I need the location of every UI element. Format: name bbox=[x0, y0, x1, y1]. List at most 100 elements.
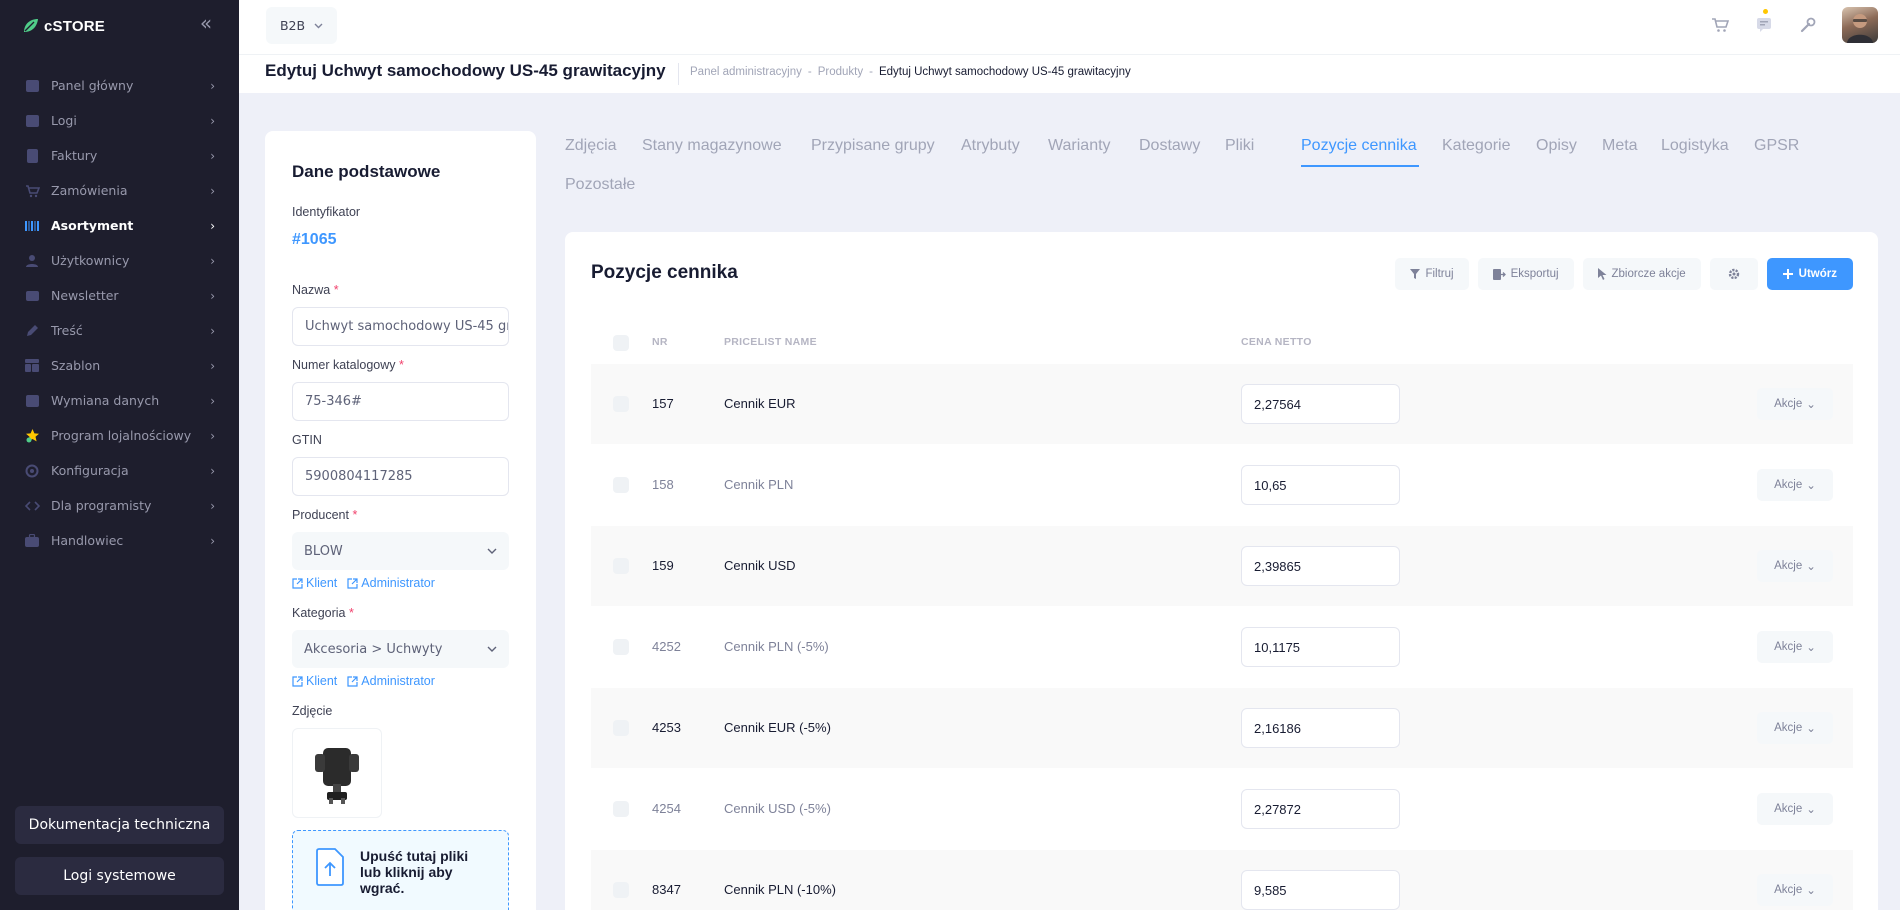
row-checkbox[interactable] bbox=[613, 396, 629, 412]
upload-file-icon bbox=[316, 848, 344, 886]
sidebar-item-program-lojalnosciowy[interactable]: Program lojalnościowy › bbox=[0, 418, 239, 453]
cart-icon bbox=[24, 183, 40, 199]
settings-button[interactable] bbox=[1709, 258, 1758, 290]
row-actions-button[interactable]: Akcje ⌄ bbox=[1757, 631, 1833, 663]
app-logo[interactable]: cSTORE bbox=[22, 12, 105, 40]
basic-data-card: Dane podstawowe Identyfikator #1065 Nazw… bbox=[265, 131, 536, 910]
tab-meta[interactable]: Meta bbox=[1602, 137, 1638, 155]
producer-client-link[interactable]: Klient bbox=[292, 576, 337, 590]
sidebar-item-uzytkownicy[interactable]: Użytkownicy › bbox=[0, 243, 239, 278]
sidebar-item-faktury[interactable]: Faktury › bbox=[0, 138, 239, 173]
tab-zdjecia[interactable]: Zdjęcia bbox=[565, 137, 617, 155]
id-label: Identyfikator bbox=[292, 205, 361, 219]
row-checkbox[interactable] bbox=[613, 477, 629, 493]
docs-button[interactable]: Dokumentacja techniczna bbox=[15, 806, 224, 844]
wrench-icon[interactable] bbox=[1798, 15, 1818, 35]
context-select-value: B2B bbox=[279, 18, 306, 33]
catalog-number-input[interactable]: 75-346# bbox=[292, 382, 509, 421]
barcode-icon bbox=[24, 218, 40, 234]
sidebar-item-label: Panel główny bbox=[51, 78, 134, 93]
row-pricelist-name: Cennik USD bbox=[724, 558, 796, 573]
table-row: 8347 Cennik PLN (-10%) 9,585 Akcje ⌄ bbox=[591, 850, 1853, 910]
column-net-price[interactable]: CENA NETTO bbox=[1241, 336, 1312, 348]
sidebar-item-zamowienia[interactable]: Zamówienia › bbox=[0, 173, 239, 208]
messages-icon[interactable] bbox=[1754, 9, 1774, 35]
row-price-input[interactable]: 9,585 bbox=[1241, 870, 1400, 910]
tab-pozycje-cennika[interactable]: Pozycje cennika bbox=[1301, 137, 1417, 155]
row-checkbox[interactable] bbox=[613, 639, 629, 655]
row-price-input[interactable]: 10,65 bbox=[1241, 465, 1400, 505]
tab-atrybuty[interactable]: Atrybuty bbox=[961, 137, 1020, 155]
product-photo[interactable] bbox=[292, 728, 382, 818]
row-nr: 4253 bbox=[652, 720, 681, 735]
chevron-down-icon bbox=[487, 646, 497, 652]
file-dropzone[interactable]: Upuść tutaj pliki lub kliknij aby wgrać. bbox=[292, 830, 509, 910]
row-price-input[interactable]: 2,27872 bbox=[1241, 789, 1400, 829]
external-link-icon bbox=[347, 675, 358, 687]
top-header: B2B bbox=[239, 0, 1900, 55]
row-price-input[interactable]: 10,1175 bbox=[1241, 627, 1400, 667]
tab-pozostale[interactable]: Pozostałe bbox=[565, 176, 635, 194]
bulk-actions-button[interactable]: Zbiorcze akcje bbox=[1582, 258, 1701, 290]
row-price-input[interactable]: 2,39865 bbox=[1241, 546, 1400, 586]
sidebar-item-szablon[interactable]: Szablon › bbox=[0, 348, 239, 383]
row-actions-button[interactable]: Akcje ⌄ bbox=[1757, 550, 1833, 582]
sidebar-item-konfiguracja[interactable]: Konfiguracja › bbox=[0, 453, 239, 488]
collapse-sidebar-icon[interactable]: « bbox=[196, 13, 216, 34]
tab-gpsr[interactable]: GPSR bbox=[1754, 137, 1799, 155]
tab-przypisane-grupy[interactable]: Przypisane grupy bbox=[811, 137, 935, 155]
row-pricelist-name: Cennik PLN (-10%) bbox=[724, 882, 836, 897]
row-actions-button[interactable]: Akcje ⌄ bbox=[1757, 874, 1833, 906]
filter-button[interactable]: Filtruj bbox=[1395, 258, 1469, 290]
row-checkbox[interactable] bbox=[613, 801, 629, 817]
breadcrumb-products[interactable]: Produkty bbox=[818, 66, 863, 78]
row-checkbox[interactable] bbox=[613, 882, 629, 898]
tab-warianty[interactable]: Warianty bbox=[1048, 137, 1111, 155]
row-price-input[interactable]: 2,27564 bbox=[1241, 384, 1400, 424]
column-pricelist-name[interactable]: PRICELIST NAME bbox=[724, 336, 817, 348]
sidebar-item-logi[interactable]: Logi › bbox=[0, 103, 239, 138]
category-select-value: Akcesoria > Uchwyty bbox=[304, 641, 443, 657]
category-client-link[interactable]: Klient bbox=[292, 674, 337, 688]
producer-admin-link[interactable]: Administrator bbox=[347, 576, 435, 590]
tab-kategorie[interactable]: Kategorie bbox=[1442, 137, 1511, 155]
column-nr[interactable]: NR bbox=[652, 336, 668, 348]
sidebar-item-handlowiec[interactable]: Handlowiec › bbox=[0, 523, 239, 558]
tab-logistyka[interactable]: Logistyka bbox=[1661, 137, 1729, 155]
export-button[interactable]: Eksportuj bbox=[1477, 258, 1574, 290]
sidebar-item-label: Asortyment bbox=[51, 218, 134, 233]
create-button[interactable]: Utwórz bbox=[1766, 258, 1853, 290]
tab-opisy[interactable]: Opisy bbox=[1536, 137, 1577, 155]
row-checkbox[interactable] bbox=[613, 558, 629, 574]
row-actions-button[interactable]: Akcje ⌄ bbox=[1757, 793, 1833, 825]
header-actions bbox=[1710, 7, 1878, 43]
sidebar-item-newsletter[interactable]: Newsletter › bbox=[0, 278, 239, 313]
user-avatar[interactable] bbox=[1842, 7, 1878, 43]
category-admin-link[interactable]: Administrator bbox=[347, 674, 435, 688]
chevron-right-icon: › bbox=[210, 323, 215, 338]
sidebar-item-asortyment[interactable]: Asortyment › bbox=[0, 208, 239, 243]
sidebar-item-wymiana-danych[interactable]: Wymiana danych › bbox=[0, 383, 239, 418]
row-price-input[interactable]: 2,16186 bbox=[1241, 708, 1400, 748]
tab-stany-magazynowe[interactable]: Stany magazynowe bbox=[642, 137, 782, 155]
name-input[interactable]: Uchwyt samochodowy US-45 grawitacyjny bbox=[292, 307, 509, 346]
sidebar-item-dla-programisty[interactable]: Dla programisty › bbox=[0, 488, 239, 523]
tab-dostawy[interactable]: Dostawy bbox=[1139, 137, 1200, 155]
tab-pliki[interactable]: Pliki bbox=[1225, 137, 1254, 155]
breadcrumb-admin-panel[interactable]: Panel administracyjny bbox=[690, 66, 802, 78]
sidebar-item-label: Newsletter bbox=[51, 288, 119, 303]
cart-icon[interactable] bbox=[1710, 15, 1730, 35]
row-checkbox[interactable] bbox=[613, 720, 629, 736]
row-actions-button[interactable]: Akcje ⌄ bbox=[1757, 469, 1833, 501]
sidebar-item-tresc[interactable]: Treść › bbox=[0, 313, 239, 348]
category-select[interactable]: Akcesoria > Uchwyty bbox=[292, 630, 509, 668]
producer-select[interactable]: BLOW bbox=[292, 532, 509, 570]
sidebar-item-panel-glowny[interactable]: Panel główny › bbox=[0, 68, 239, 103]
row-actions-button[interactable]: Akcje ⌄ bbox=[1757, 712, 1833, 744]
gtin-input[interactable]: 5900804117285 bbox=[292, 457, 509, 496]
context-select[interactable]: B2B bbox=[266, 7, 337, 44]
system-logs-button[interactable]: Logi systemowe bbox=[15, 857, 224, 895]
select-all-checkbox[interactable] bbox=[613, 335, 629, 351]
sidebar-item-label: Treść bbox=[51, 323, 83, 338]
row-actions-button[interactable]: Akcje ⌄ bbox=[1757, 388, 1833, 420]
